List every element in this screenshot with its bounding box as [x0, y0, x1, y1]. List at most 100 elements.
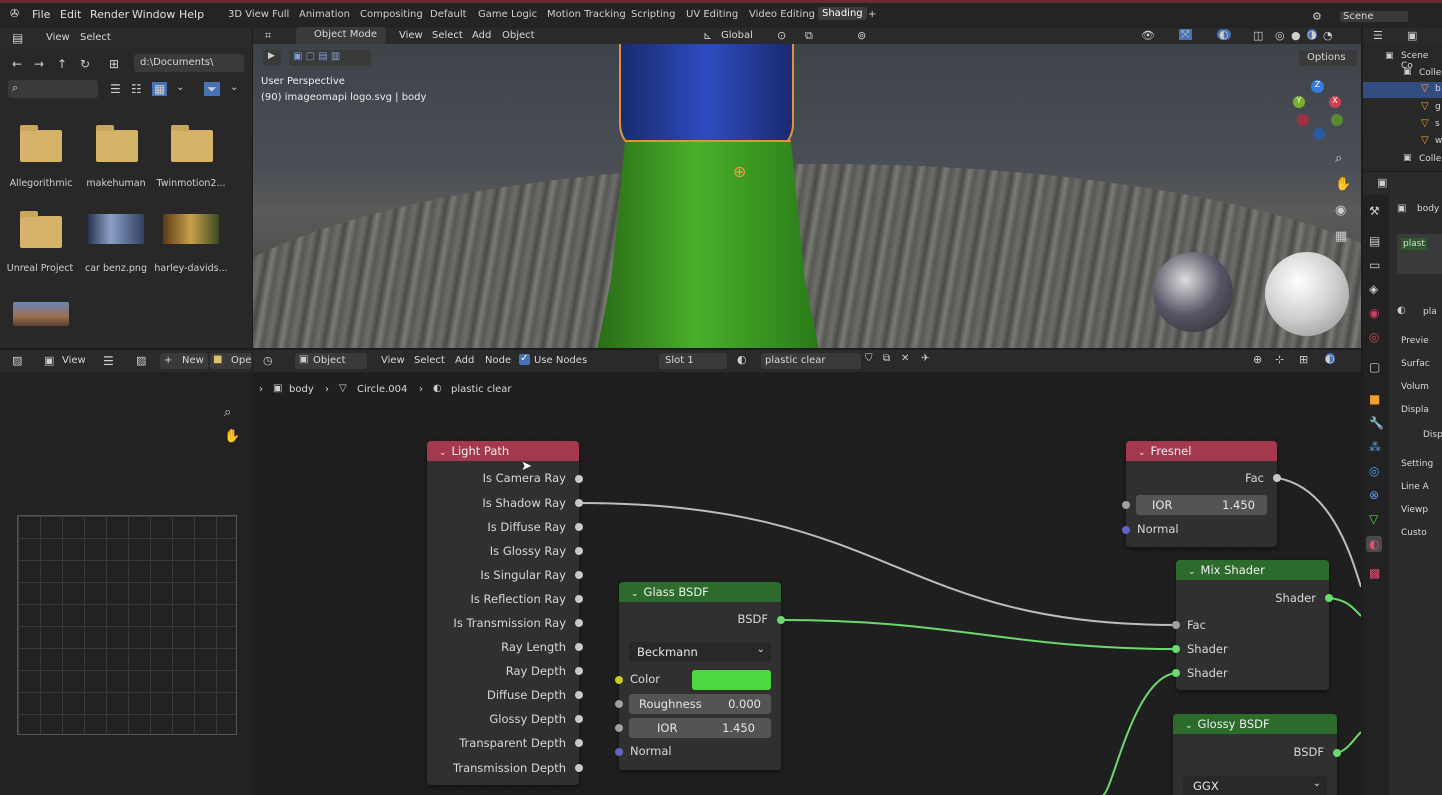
- folder-icon[interactable]: [20, 125, 62, 162]
- collapse-chevron-icon[interactable]: ⌄: [1188, 567, 1196, 577]
- viewport-menu-object[interactable]: Object: [502, 30, 535, 41]
- material-name-field[interactable]: plastic clear: [761, 353, 861, 369]
- panel-settings[interactable]: Setting: [1401, 459, 1433, 469]
- file-item-label[interactable]: Twinmotion2...: [153, 178, 229, 189]
- output-tab-icon[interactable]: ▭: [1369, 259, 1380, 271]
- displacement-field[interactable]: Disp: [1423, 430, 1442, 440]
- output-socket[interactable]: [575, 571, 583, 579]
- proportional-edit-icon[interactable]: ⊚: [857, 30, 866, 41]
- add-workspace-button[interactable]: +: [868, 9, 876, 20]
- gizmo-y-axis[interactable]: Y: [1293, 96, 1305, 108]
- gizmo-neg-x-axis[interactable]: [1297, 114, 1309, 126]
- output-socket[interactable]: [575, 667, 583, 675]
- material-slot-list[interactable]: plast: [1397, 234, 1442, 274]
- file-item-label[interactable]: Allegorithmic: [3, 178, 79, 189]
- tab-animation[interactable]: Animation: [299, 9, 350, 20]
- file-item-label[interactable]: Unreal Project: [2, 263, 78, 274]
- fresnel-node[interactable]: ⌄ Fresnel Fac IOR 1.450 Normal: [1122, 441, 1281, 547]
- open-image-button[interactable]: ■ Ope: [210, 353, 252, 369]
- filter-options-chevron-icon[interactable]: ⌄: [230, 83, 238, 93]
- refresh-icon[interactable]: ↻: [80, 58, 90, 70]
- node-menu-select[interactable]: Select: [414, 355, 445, 366]
- mix-shader-header[interactable]: ⌄ Mix Shader: [1176, 560, 1329, 580]
- roughness-field[interactable]: Roughness 0.000: [629, 694, 771, 714]
- ior-input-socket[interactable]: [1122, 501, 1130, 509]
- pan-hand-icon[interactable]: ✋: [1335, 178, 1351, 191]
- tab-game-logic[interactable]: Game Logic: [478, 9, 537, 20]
- shader-output-socket[interactable]: [1325, 594, 1333, 602]
- collapse-chevron-icon[interactable]: ⌄: [439, 448, 447, 458]
- transform-orientation-dropdown[interactable]: Global: [721, 30, 753, 41]
- glass-bsdf-header[interactable]: ⌄ Glass BSDF: [619, 582, 781, 602]
- editor-type-icon[interactable]: ▨: [12, 355, 22, 366]
- selection-mode-buttons[interactable]: ▣ ▢ ▤ ▥: [289, 50, 371, 66]
- chevron-down-icon[interactable]: ⌄: [176, 83, 184, 93]
- distribution-dropdown[interactable]: Beckmann ⌄: [629, 642, 771, 662]
- perspective-toggle-icon[interactable]: ▦: [1335, 230, 1347, 243]
- navigation-gizmo[interactable]: Z Y X: [1287, 78, 1345, 140]
- tab-default[interactable]: Default: [430, 9, 467, 20]
- output-socket[interactable]: [575, 715, 583, 723]
- thumbnails-icon[interactable]: ▦: [152, 82, 168, 96]
- new-image-button[interactable]: + New: [160, 353, 208, 369]
- ior-field[interactable]: IOR 1.450: [1136, 495, 1267, 515]
- options-dropdown[interactable]: Options: [1299, 50, 1357, 66]
- material-name[interactable]: pla: [1423, 307, 1437, 317]
- image-browse-icon[interactable]: ▨: [136, 355, 146, 366]
- bsdf-output-socket[interactable]: [1333, 749, 1341, 757]
- output-socket[interactable]: [575, 619, 583, 627]
- constraints-tab-icon[interactable]: ⊗: [1369, 489, 1379, 501]
- object-tab-icon[interactable]: ■: [1369, 393, 1380, 405]
- panel-volume[interactable]: Volum: [1401, 382, 1429, 392]
- outliner-item[interactable]: w: [1435, 136, 1442, 146]
- camera-view-icon[interactable]: ◉: [1335, 204, 1346, 217]
- node-menu-view[interactable]: View: [381, 355, 405, 366]
- forward-icon[interactable]: →: [34, 58, 44, 70]
- rendered-shading-icon[interactable]: ◔: [1323, 30, 1333, 41]
- fb-menu-view[interactable]: View: [46, 32, 70, 43]
- panel-viewport-display[interactable]: Viewp: [1401, 505, 1428, 515]
- path-field[interactable]: d:\Documents\: [134, 54, 244, 72]
- tab-compositing[interactable]: Compositing: [360, 9, 423, 20]
- list-horizontal-icon[interactable]: ☷: [131, 83, 142, 95]
- texture-tab-icon[interactable]: ▩: [1369, 567, 1380, 579]
- output-socket[interactable]: [575, 691, 583, 699]
- filter-icon[interactable]: ⏷: [204, 82, 220, 96]
- scene-tab-icon[interactable]: ◉: [1369, 307, 1379, 319]
- xray-icon[interactable]: ◫: [1253, 30, 1263, 41]
- panel-custom-properties[interactable]: Custo: [1401, 528, 1427, 538]
- back-icon[interactable]: ←: [12, 58, 22, 70]
- material-browse-icon[interactable]: ◐: [737, 354, 747, 365]
- normal-input-socket[interactable]: [1122, 526, 1130, 534]
- editor-type-icon[interactable]: ☰: [1373, 30, 1383, 41]
- modifier-tab-icon[interactable]: 🔧: [1369, 417, 1384, 429]
- outliner-item[interactable]: s: [1435, 119, 1440, 129]
- new-folder-icon[interactable]: ⊞: [109, 58, 119, 70]
- particles-tab-icon[interactable]: ⁂: [1369, 441, 1381, 453]
- folder-icon[interactable]: [20, 211, 62, 248]
- ior-field[interactable]: IOR 1.450: [629, 718, 771, 738]
- shader-type-dropdown[interactable]: ▣ Object: [295, 353, 367, 369]
- collapse-chevron-icon[interactable]: ⌄: [1138, 448, 1146, 458]
- tab-shading[interactable]: Shading: [818, 7, 867, 20]
- viewport-menu-view[interactable]: View: [399, 30, 423, 41]
- output-socket[interactable]: [575, 523, 583, 531]
- display-mode-icon[interactable]: ▣: [1407, 30, 1417, 41]
- tab-video-editing[interactable]: Video Editing: [749, 9, 815, 20]
- material-preview-icon[interactable]: ◑: [1307, 29, 1317, 40]
- glass-bsdf-node[interactable]: ⌄ Glass BSDF BSDF Beckmann ⌄ Color Roughn…: [615, 582, 785, 770]
- gizmo-neg-y-axis[interactable]: [1331, 114, 1343, 126]
- zoom-icon[interactable]: ⌕: [1335, 152, 1342, 165]
- output-socket[interactable]: [575, 475, 583, 483]
- panel-displacement[interactable]: Displa: [1401, 405, 1429, 415]
- use-nodes-checkbox[interactable]: ✓: [519, 354, 530, 365]
- slot-dropdown[interactable]: Slot 1: [659, 353, 727, 369]
- distribution-dropdown[interactable]: GGX ⌄: [1183, 776, 1327, 795]
- menu-help[interactable]: Help: [179, 8, 204, 21]
- duplicate-icon[interactable]: ⧉: [883, 354, 890, 364]
- output-socket[interactable]: [575, 764, 583, 772]
- render-tab-icon[interactable]: ▤: [1369, 235, 1380, 247]
- panel-line-art[interactable]: Line A: [1401, 482, 1429, 492]
- material-browse-icon[interactable]: ◐: [1397, 306, 1406, 316]
- image-thumbnail[interactable]: [163, 214, 219, 244]
